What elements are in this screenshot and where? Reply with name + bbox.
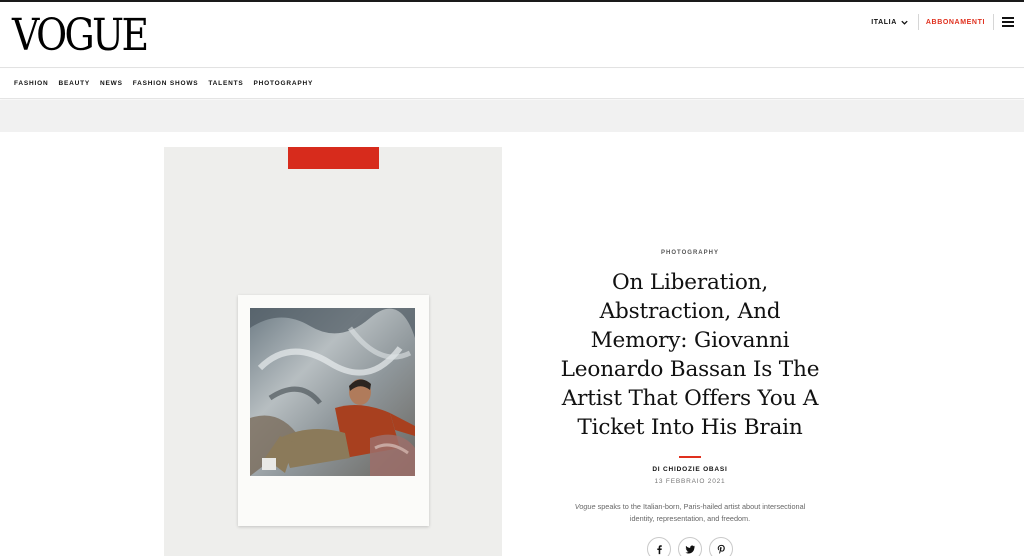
publish-date: 13 FEBBRAIO 2021 [654,478,726,485]
headline-line: Abstraction, And [599,299,781,324]
divider [993,14,994,30]
share-buttons [540,537,840,556]
nav-item-photography[interactable]: PHOTOGRAPHY [253,80,313,87]
dek-publication: Vogue [574,502,596,511]
nav-item-fashion[interactable]: FASHION [14,80,49,87]
share-twitter-button[interactable] [678,537,702,556]
chevron-down-icon [901,20,908,25]
article-headline: On Liberation, Abstraction, And Memory: … [540,268,840,442]
polaroid-photo [250,308,415,476]
headline-line: Leonardo Bassan Is The [560,357,820,382]
headline-line: Memory: Giovanni [590,328,790,353]
vogue-logo[interactable]: VOGUE [12,12,149,60]
article-header: PHOTOGRAPHY On Liberation, Abstraction, … [540,250,840,556]
subscribe-link[interactable]: ABBONAMENTI [926,19,985,26]
nav-item-news[interactable]: NEWS [100,80,123,87]
red-tape-strip [288,147,379,169]
headline-line: Ticket Into His Brain [577,415,803,440]
article-dek: Vogue speaks to the Italian-born, Paris-… [540,501,840,525]
dek-text: speaks to the Italian-born, Paris-hailed… [595,502,806,511]
header-utilities: ITALIA ABBONAMENTI [871,12,1014,32]
headline-line: On Liberation, [611,270,769,295]
twitter-icon [684,545,695,554]
author-byline[interactable]: DI CHIDOZIE OBASI [540,466,840,473]
facebook-icon [656,544,662,554]
hero-image [164,147,502,556]
main-nav: FASHION BEAUTY NEWS FASHION SHOWS TALENT… [0,69,1024,99]
site-header: VOGUE ITALIA ABBONAMENTI [0,2,1024,68]
divider [917,14,919,30]
nav-item-talents[interactable]: TALENTS [208,80,243,87]
polaroid-frame [238,295,429,526]
hamburger-menu-icon[interactable] [1002,17,1014,27]
nav-item-beauty[interactable]: BEAUTY [59,80,91,87]
edition-label: ITALIA [871,18,897,26]
share-facebook-button[interactable] [647,537,671,556]
dek-text: identity, representation, and freedom. [629,514,751,523]
accent-rule [679,456,701,458]
ad-placeholder-band [0,100,1024,132]
edition-selector[interactable]: ITALIA [871,18,909,27]
category-kicker[interactable]: PHOTOGRAPHY [540,250,840,256]
pinterest-icon [717,544,725,554]
nav-item-fashion-shows[interactable]: FASHION SHOWS [133,80,199,87]
headline-line: Artist That Offers You A [561,386,819,411]
share-pinterest-button[interactable] [709,537,733,556]
portrait-illustration [250,308,415,476]
